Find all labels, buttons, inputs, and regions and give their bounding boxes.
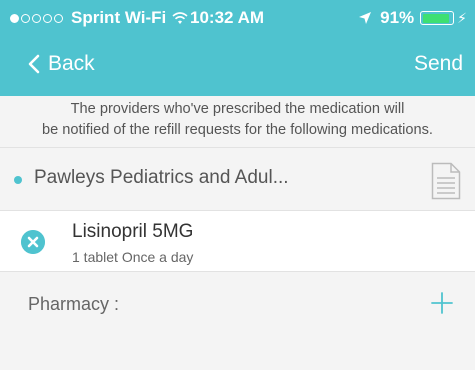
document-icon[interactable] xyxy=(431,162,461,200)
back-label: Back xyxy=(48,52,95,75)
battery-percent: 91% xyxy=(380,8,415,27)
location-arrow-icon xyxy=(359,12,372,24)
medication-row: Lisinopril 5MG 1 tablet Once a day xyxy=(0,210,475,272)
status-right: 91% ⚡ xyxy=(358,8,467,28)
chevron-left-icon xyxy=(28,54,40,74)
back-button[interactable]: Back xyxy=(28,52,95,76)
status-bar: Sprint Wi-Fi 10:32 AM 91% ⚡ xyxy=(0,0,475,34)
provider-name: Pawleys Pediatrics and Adul... xyxy=(34,167,289,188)
send-button[interactable]: Send xyxy=(414,52,463,76)
charging-bolt-icon: ⚡ xyxy=(457,9,467,26)
battery-fill xyxy=(422,13,449,23)
wifi-icon xyxy=(172,12,188,24)
add-pharmacy-button[interactable] xyxy=(430,291,454,315)
battery-icon xyxy=(420,11,455,25)
pharmacy-label: Pharmacy : xyxy=(28,294,120,314)
carrier-name: Sprint Wi-Fi xyxy=(71,8,167,27)
medication-name: Lisinopril 5MG xyxy=(72,221,194,242)
notice-line-2: be notified of the refill requests for t… xyxy=(41,122,433,138)
notice-line-1: The providers who've prescribed the medi… xyxy=(70,101,405,117)
refill-notice: The providers who've prescribed the medi… xyxy=(0,96,475,144)
remove-medication-button[interactable] xyxy=(21,230,45,254)
nav-bar: Back Send xyxy=(0,34,475,96)
app-header: Sprint Wi-Fi 10:32 AM 91% ⚡ Back Send xyxy=(0,0,475,96)
provider-bullet xyxy=(14,176,22,184)
signal-strength-icon xyxy=(10,13,65,23)
status-left: Sprint Wi-Fi xyxy=(10,8,188,28)
pharmacy-row: Pharmacy : xyxy=(0,272,475,370)
medication-dose: 1 tablet Once a day xyxy=(72,249,194,265)
status-time: 10:32 AM xyxy=(190,8,265,27)
provider-row[interactable]: Pawleys Pediatrics and Adul... xyxy=(0,147,475,210)
